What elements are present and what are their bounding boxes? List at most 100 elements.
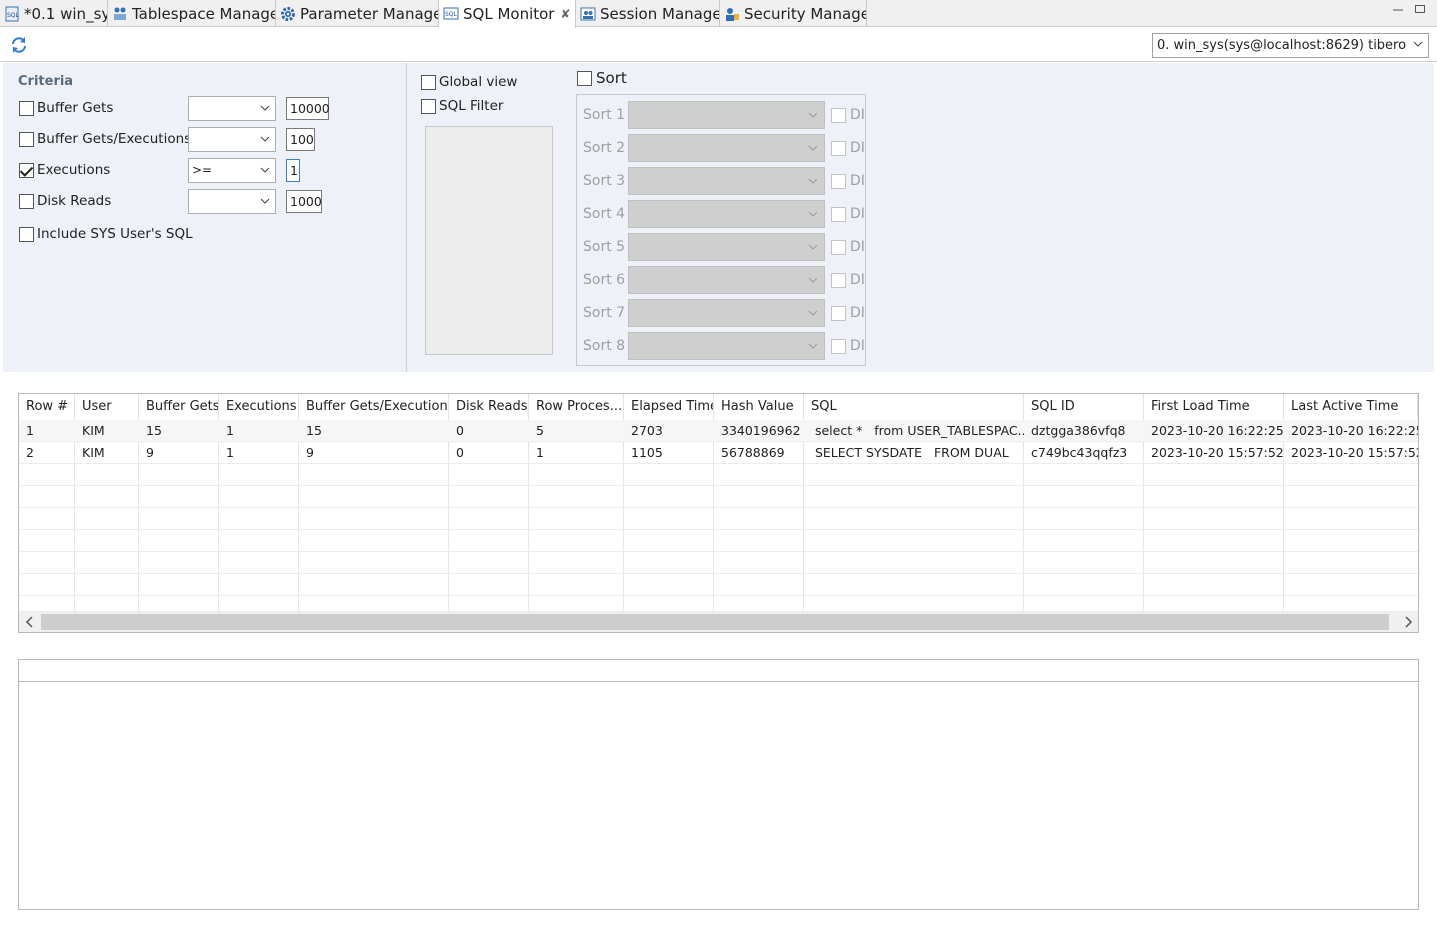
sort-8-label: Sort 8 [583,338,626,354]
column-header-row-num[interactable]: Row # [19,394,75,420]
editor-tab-bar: SQL *0.1 win_sys Tablespace Manager Para… [0,0,1437,28]
sort-8-select[interactable] [628,332,825,360]
sort-5-desc-checkbox[interactable] [831,240,846,255]
tab-tablespace-manager[interactable]: Tablespace Manager [108,0,276,27]
cell-hash-value: 56788869 [721,445,785,460]
disk-reads-input[interactable]: 1000 [286,190,322,213]
cell-sql-id: dztgga386vfq8 [1031,423,1126,438]
tab-win-sys[interactable]: SQL *0.1 win_sys [0,0,108,27]
column-header-buffer-gets-exec[interactable]: Buffer Gets/Executions [299,394,449,420]
column-header-user[interactable]: User [75,394,139,420]
sort-6-desc-checkbox[interactable] [831,273,846,288]
tab-session-manager[interactable]: Session Manager [576,0,720,27]
sort-4-desc-checkbox[interactable] [831,207,846,222]
tab-label: *0.1 win_sys [24,4,107,23]
buffer-gets-exec-checkbox[interactable] [19,132,34,147]
sort-8-desc-label: DI [850,338,865,354]
chevron-down-icon [808,211,818,217]
sql-filter-textarea[interactable] [425,126,553,355]
chevron-down-icon [808,244,818,250]
chevron-down-icon [808,112,818,118]
refresh-icon[interactable] [10,36,28,54]
horizontal-scrollbar[interactable] [19,612,1418,632]
criteria-title: Criteria [18,74,74,89]
disk-reads-checkbox[interactable] [19,194,34,209]
table-row[interactable]: 2 KIM 9 1 9 0 1 1105 56788869 SELECT SYS… [19,442,1418,464]
global-view-checkbox[interactable] [421,75,436,90]
cell-elapsed-time: 2703 [631,423,663,438]
session-icon [580,6,596,22]
chevron-down-icon [260,198,270,204]
buffer-gets-operator-select[interactable] [188,96,276,121]
column-header-rows-processed[interactable]: Row Proces... [529,394,624,420]
column-header-hash-value[interactable]: Hash Value [714,394,804,420]
cell-sql-id: c749bc43qqfz3 [1031,445,1128,460]
sort-1-desc-checkbox[interactable] [831,108,846,123]
column-header-sql[interactable]: SQL [804,394,1024,420]
tab-label: Security Manager [744,4,867,23]
scrollbar-thumb[interactable] [41,614,1389,630]
sort-2-select[interactable] [628,134,825,162]
sql-filter-checkbox[interactable] [421,99,436,114]
column-header-buffer-gets[interactable]: Buffer Gets [139,394,219,420]
buffer-gets-label: Buffer Gets [37,100,114,116]
sort-3-select[interactable] [628,167,825,195]
buffer-gets-input[interactable]: 10000 [286,97,330,120]
sort-1-select[interactable] [628,101,825,129]
buffer-gets-checkbox[interactable] [19,101,34,116]
tab-label: Tablespace Manager [132,4,276,23]
minimize-icon[interactable] [1392,4,1404,14]
table-row-empty [19,574,1418,596]
table-row[interactable]: 1 KIM 15 1 15 0 5 2703 3340196962 select… [19,420,1418,442]
sort-7-select[interactable] [628,299,825,327]
table-row-empty [19,552,1418,574]
cell-buffer-gets: 15 [146,423,162,438]
close-tab-icon[interactable]: ✘ [560,7,570,21]
sort-4-label: Sort 4 [583,206,626,222]
buffer-gets-exec-operator-select[interactable] [188,127,276,152]
sort-7-desc-checkbox[interactable] [831,306,846,321]
global-view-label: Global view [439,74,518,90]
column-header-elapsed-time[interactable]: Elapsed Time [624,394,714,420]
chevron-down-icon [808,145,818,151]
sort-7-label: Sort 7 [583,305,626,321]
connection-select[interactable]: 0. win_sys(sys@localhost:8629) tibero [1152,33,1429,58]
sort-6-select[interactable] [628,266,825,294]
sql-detail-panel [18,659,1419,910]
executions-operator-select[interactable]: >= [188,158,276,183]
sort-7-desc-label: DI [850,305,865,321]
chevron-down-icon [260,167,270,173]
sort-8-desc-checkbox[interactable] [831,339,846,354]
sort-3-desc-checkbox[interactable] [831,174,846,189]
chevron-left-icon[interactable] [25,616,35,628]
column-header-first-load-time[interactable]: First Load Time [1144,394,1284,420]
column-header-sql-id[interactable]: SQL ID [1024,394,1144,420]
executions-checkbox[interactable] [19,163,34,178]
tab-sql-monitor[interactable]: SQL SQL Monitor ✘ [439,0,576,28]
tablespace-icon [112,6,128,22]
cell-user: KIM [82,423,105,438]
buffer-gets-exec-input[interactable]: 100 [286,128,315,151]
sort-1-label: Sort 1 [583,107,626,123]
operator-value: >= [192,163,213,177]
disk-reads-label: Disk Reads [37,193,112,209]
sort-4-select[interactable] [628,200,825,228]
maximize-icon[interactable] [1414,4,1426,14]
tab-security-manager[interactable]: Security Manager [720,0,867,27]
executions-input[interactable]: 1 [286,159,300,182]
sort-checkbox[interactable] [577,71,592,86]
cell-buffer-gets: 9 [146,445,154,460]
chevron-right-icon[interactable] [1403,616,1413,628]
tab-parameter-manager[interactable]: Parameter Manager [276,0,439,27]
chevron-down-icon [808,343,818,349]
column-header-disk-reads[interactable]: Disk Reads [449,394,529,420]
disk-reads-operator-select[interactable] [188,189,276,214]
chevron-down-icon [808,178,818,184]
column-header-last-active-time[interactable]: Last Active Time [1284,394,1418,420]
sort-2-label: Sort 2 [583,140,626,156]
sort-2-desc-checkbox[interactable] [831,141,846,156]
sort-5-select[interactable] [628,233,825,261]
sort-6-desc-label: DI [850,272,865,288]
column-header-executions[interactable]: Executions [219,394,299,420]
include-sys-checkbox[interactable] [19,227,34,242]
